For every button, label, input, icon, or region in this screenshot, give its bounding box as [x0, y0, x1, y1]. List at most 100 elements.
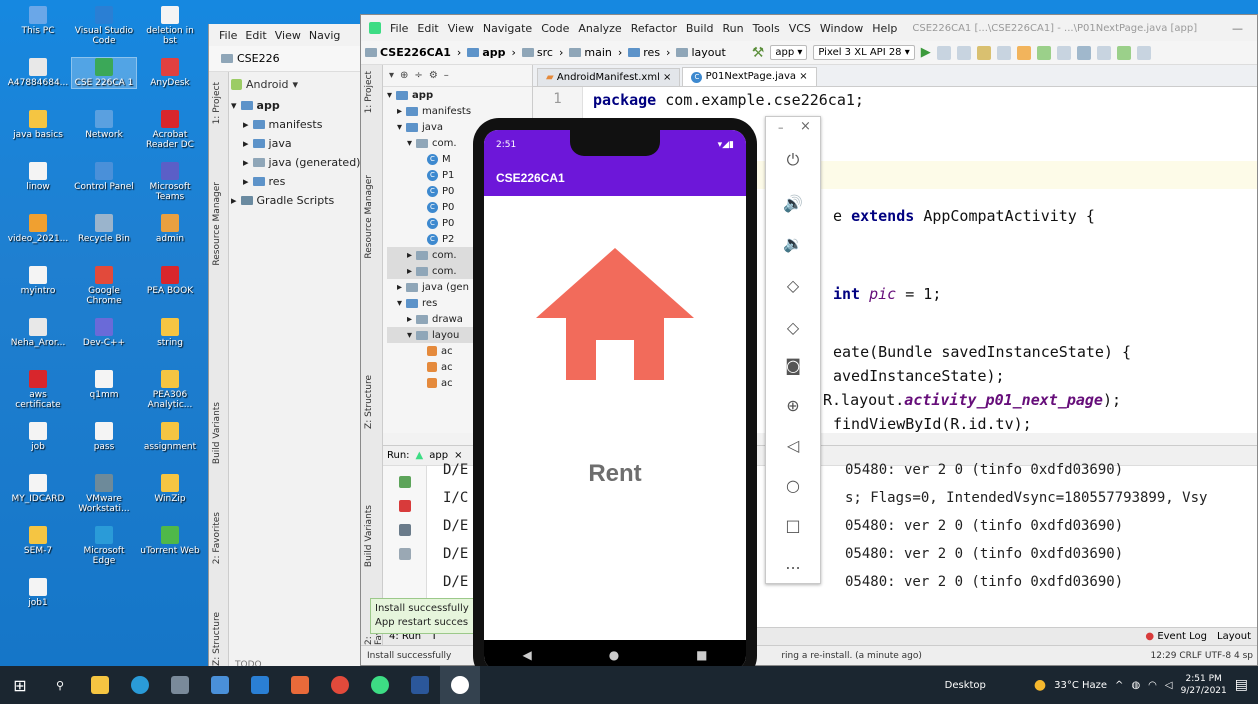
tree-item[interactable]: ▸ java (generated) — [231, 153, 368, 172]
desktop-icon[interactable]: uTorrent Web — [138, 526, 202, 556]
desktop-icon[interactable]: string — [138, 318, 202, 348]
taskbar-word[interactable] — [400, 666, 440, 704]
taskbar-chrome[interactable] — [320, 666, 360, 704]
desktop-icon[interactable]: q1mm — [72, 370, 136, 400]
more-button[interactable]: ... — [780, 551, 806, 577]
tree-item[interactable]: ▾ app — [231, 96, 368, 115]
notification-icon[interactable]: ▤ — [1235, 677, 1248, 693]
chevron-up-icon[interactable]: ^ — [1115, 680, 1123, 691]
desktop-icon[interactable]: Control Panel — [72, 162, 136, 192]
desktop-icon[interactable]: MY_IDCARD — [6, 474, 70, 504]
clock[interactable]: 2:51 PM 9/27/2021 — [1181, 673, 1227, 697]
back-project-name[interactable]: CSE226 — [237, 52, 280, 65]
desktop-icon[interactable]: This PC — [6, 6, 70, 36]
hide-icon[interactable]: – — [444, 70, 449, 81]
coverage-icon[interactable] — [956, 45, 971, 60]
breadcrumb-project[interactable]: CSE226CA1 — [365, 46, 451, 59]
desktop-icon[interactable]: java basics — [6, 110, 70, 140]
run-icon[interactable]: ▶ — [921, 45, 931, 60]
status-position[interactable]: 12:29 CRLF UTF-8 4 sp — [1151, 651, 1253, 661]
volume-icon[interactable]: ◁ — [1165, 680, 1173, 691]
desktop-icon[interactable]: PEA BOOK — [138, 266, 202, 296]
power-button[interactable]: ⏻ — [780, 147, 806, 173]
back-tab-resource-manager[interactable]: Resource Manager — [212, 182, 222, 266]
tab-p01nextpage[interactable]: C P01NextPage.java × — [682, 67, 817, 86]
menu-edit[interactable]: Edit — [417, 22, 438, 35]
apply-changes-icon[interactable] — [1016, 45, 1031, 60]
back-menu-navigate[interactable]: Navig — [309, 29, 341, 42]
back-android-selector[interactable]: Android ▾ — [231, 74, 298, 94]
collapse-icon[interactable]: ÷ — [414, 70, 422, 81]
tree-item[interactable]: ▸ Gradle Scripts — [231, 191, 368, 210]
house-icon[interactable] — [536, 248, 694, 380]
desktop-icon[interactable]: assignment — [138, 422, 202, 452]
start-button[interactable]: ⊞ — [0, 666, 40, 704]
close-button[interactable]: × — [800, 119, 811, 134]
home-button[interactable]: ● — [609, 648, 619, 662]
taskbar-edge[interactable] — [120, 666, 160, 704]
phone-screen[interactable]: 2:51 ▾◢▮ CSE226CA1 Rent ◀ ● ■ — [484, 130, 746, 670]
desktop-icon[interactable]: Microsoft Edge — [72, 526, 136, 566]
desktop-icon[interactable]: AnyDesk — [138, 58, 202, 88]
desktop-icon[interactable]: CSE 226CA 1 — [71, 57, 137, 89]
run-tab[interactable]: app — [429, 450, 448, 461]
tree-item[interactable]: ▸ manifests — [231, 115, 368, 134]
menu-view[interactable]: View — [448, 22, 474, 35]
sdk-manager-icon[interactable] — [1116, 45, 1131, 60]
tree-item[interactable]: ▸ res — [231, 172, 368, 191]
menu-window[interactable]: Window — [820, 22, 863, 35]
desktop-icon[interactable]: A47884684... — [6, 58, 70, 88]
camera-icon[interactable]: ◙ — [780, 353, 806, 379]
tab-structure[interactable]: Z: Structure — [364, 375, 374, 429]
taskbar-emulator[interactable] — [440, 666, 480, 704]
breadcrumb-main[interactable]: main — [569, 46, 612, 59]
overview-button[interactable]: □ — [780, 513, 806, 539]
menu-navigate[interactable]: Navigate — [483, 22, 532, 35]
desktop-icon[interactable]: job1 — [6, 578, 70, 608]
desktop-icon[interactable]: SEM-7 — [6, 526, 70, 556]
desktop-icon[interactable]: Microsoft Teams — [138, 162, 202, 202]
back-button[interactable]: ◀ — [522, 648, 531, 662]
pin-icon[interactable] — [398, 548, 411, 560]
tab-android-manifest[interactable]: ▰ AndroidManifest.xml × — [537, 68, 681, 86]
menu-refactor[interactable]: Refactor — [631, 22, 677, 35]
desktop-icon[interactable]: PEA306 Analytic... — [138, 370, 202, 410]
desktop-toolbar[interactable]: Desktop — [945, 680, 986, 691]
view-selector[interactable]: ▾ — [389, 70, 394, 81]
rerun-icon[interactable] — [398, 476, 411, 488]
menu-build[interactable]: Build — [686, 22, 714, 35]
rerun-icon[interactable] — [936, 45, 951, 60]
network-icon[interactable]: ◍ — [1131, 680, 1140, 691]
desktop-icon[interactable]: admin — [138, 214, 202, 244]
minimize-button[interactable]: – — [778, 121, 784, 134]
back-button[interactable]: ◁ — [780, 433, 806, 459]
desktop-icon[interactable]: Network — [72, 110, 136, 140]
sync-icon[interactable] — [1076, 45, 1091, 60]
install-toast[interactable]: Install successfully App restart succes — [370, 598, 476, 634]
tab-build-variants[interactable]: Build Variants — [364, 505, 374, 567]
volume-up-button[interactable]: 🔊 — [780, 191, 806, 217]
close-icon[interactable]: × — [454, 450, 462, 461]
taskbar-app[interactable] — [200, 666, 240, 704]
desktop-icon[interactable]: pass — [72, 422, 136, 452]
back-menu-view[interactable]: View — [275, 29, 301, 42]
desktop-icon[interactable]: Recycle Bin — [72, 214, 136, 244]
menu-analyze[interactable]: Analyze — [578, 22, 621, 35]
close-icon[interactable]: × — [799, 71, 807, 82]
run-config-select[interactable]: app ▾ — [770, 45, 808, 60]
tab-project[interactable]: 1: Project — [364, 71, 374, 113]
back-tab-build-variants[interactable]: Build Variants — [212, 402, 222, 464]
rotate-left-button[interactable]: ◇ — [780, 273, 806, 299]
tree-item[interactable]: ▾ app — [387, 87, 532, 103]
breadcrumb-app[interactable]: app — [467, 46, 506, 59]
back-menu-edit[interactable]: Edit — [245, 29, 266, 42]
menu-vcs[interactable]: VCS — [789, 22, 811, 35]
menu-help[interactable]: Help — [872, 22, 897, 35]
desktop-icon[interactable]: VMware Workstati... — [72, 474, 136, 514]
recents-button[interactable]: ■ — [696, 648, 707, 662]
taskbar-android-studio[interactable] — [360, 666, 400, 704]
taskbar-vscode[interactable] — [240, 666, 280, 704]
taskbar-app[interactable] — [280, 666, 320, 704]
debug-icon[interactable] — [976, 45, 991, 60]
menu-file[interactable]: File — [390, 22, 408, 35]
